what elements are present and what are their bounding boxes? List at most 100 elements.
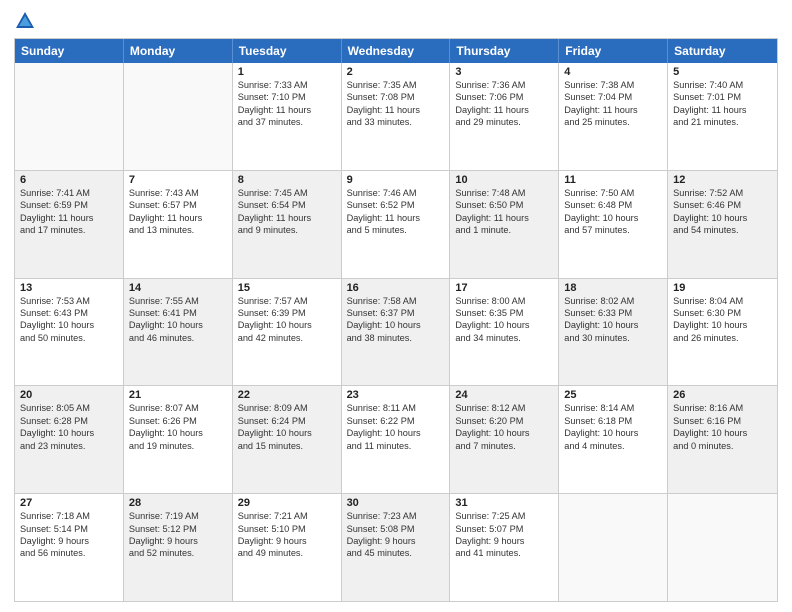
cell-line-1: Sunset: 7:06 PM: [455, 91, 553, 103]
cell-line-2: Daylight: 10 hours: [564, 212, 662, 224]
cell-line-1: Sunset: 6:54 PM: [238, 199, 336, 211]
day-number: 29: [238, 497, 336, 509]
cell-line-2: Daylight: 10 hours: [564, 319, 662, 331]
cell-line-0: Sunrise: 7:23 AM: [347, 510, 445, 522]
cell-line-0: Sunrise: 7:35 AM: [347, 79, 445, 91]
cal-cell-r4-c2: 29Sunrise: 7:21 AMSunset: 5:10 PMDayligh…: [233, 494, 342, 601]
cal-header-wednesday: Wednesday: [342, 39, 451, 63]
cal-cell-r1-c1: 7Sunrise: 7:43 AMSunset: 6:57 PMDaylight…: [124, 171, 233, 278]
cell-line-2: Daylight: 9 hours: [20, 535, 118, 547]
cal-cell-r3-c3: 23Sunrise: 8:11 AMSunset: 6:22 PMDayligh…: [342, 386, 451, 493]
cell-line-1: Sunset: 7:08 PM: [347, 91, 445, 103]
day-number: 8: [238, 174, 336, 186]
calendar-header: SundayMondayTuesdayWednesdayThursdayFrid…: [15, 39, 777, 63]
cell-line-3: and 9 minutes.: [238, 224, 336, 236]
cell-line-2: Daylight: 10 hours: [455, 427, 553, 439]
cell-line-0: Sunrise: 8:09 AM: [238, 402, 336, 414]
cal-cell-r3-c5: 25Sunrise: 8:14 AMSunset: 6:18 PMDayligh…: [559, 386, 668, 493]
cell-line-3: and 19 minutes.: [129, 440, 227, 452]
cal-cell-r1-c3: 9Sunrise: 7:46 AMSunset: 6:52 PMDaylight…: [342, 171, 451, 278]
day-number: 24: [455, 389, 553, 401]
cell-line-0: Sunrise: 7:36 AM: [455, 79, 553, 91]
cell-line-3: and 42 minutes.: [238, 332, 336, 344]
cell-line-1: Sunset: 6:43 PM: [20, 307, 118, 319]
cell-line-1: Sunset: 5:07 PM: [455, 523, 553, 535]
day-number: 12: [673, 174, 772, 186]
cell-line-0: Sunrise: 8:04 AM: [673, 295, 772, 307]
logo: [14, 10, 40, 32]
cell-line-1: Sunset: 6:24 PM: [238, 415, 336, 427]
day-number: 13: [20, 282, 118, 294]
cell-line-1: Sunset: 6:28 PM: [20, 415, 118, 427]
cell-line-0: Sunrise: 7:46 AM: [347, 187, 445, 199]
cal-cell-r3-c2: 22Sunrise: 8:09 AMSunset: 6:24 PMDayligh…: [233, 386, 342, 493]
cell-line-1: Sunset: 7:04 PM: [564, 91, 662, 103]
cell-line-3: and 57 minutes.: [564, 224, 662, 236]
cell-line-1: Sunset: 7:10 PM: [238, 91, 336, 103]
cell-line-1: Sunset: 6:16 PM: [673, 415, 772, 427]
cell-line-1: Sunset: 7:01 PM: [673, 91, 772, 103]
cal-cell-r4-c0: 27Sunrise: 7:18 AMSunset: 5:14 PMDayligh…: [15, 494, 124, 601]
cell-line-0: Sunrise: 7:41 AM: [20, 187, 118, 199]
cell-line-2: Daylight: 11 hours: [673, 104, 772, 116]
day-number: 20: [20, 389, 118, 401]
calendar: SundayMondayTuesdayWednesdayThursdayFrid…: [14, 38, 778, 602]
header: [14, 10, 778, 32]
cell-line-1: Sunset: 5:14 PM: [20, 523, 118, 535]
cell-line-3: and 1 minute.: [455, 224, 553, 236]
day-number: 6: [20, 174, 118, 186]
cal-cell-r2-c2: 15Sunrise: 7:57 AMSunset: 6:39 PMDayligh…: [233, 279, 342, 386]
cell-line-1: Sunset: 6:37 PM: [347, 307, 445, 319]
cell-line-2: Daylight: 10 hours: [347, 319, 445, 331]
cell-line-3: and 4 minutes.: [564, 440, 662, 452]
cell-line-2: Daylight: 11 hours: [238, 104, 336, 116]
cell-line-1: Sunset: 6:48 PM: [564, 199, 662, 211]
cell-line-2: Daylight: 10 hours: [673, 212, 772, 224]
cell-line-2: Daylight: 10 hours: [238, 427, 336, 439]
cell-line-3: and 11 minutes.: [347, 440, 445, 452]
cell-line-3: and 21 minutes.: [673, 116, 772, 128]
cell-line-0: Sunrise: 7:21 AM: [238, 510, 336, 522]
cal-cell-r1-c0: 6Sunrise: 7:41 AMSunset: 6:59 PMDaylight…: [15, 171, 124, 278]
day-number: 4: [564, 66, 662, 78]
cell-line-0: Sunrise: 7:40 AM: [673, 79, 772, 91]
cal-cell-r1-c6: 12Sunrise: 7:52 AMSunset: 6:46 PMDayligh…: [668, 171, 777, 278]
cal-header-friday: Friday: [559, 39, 668, 63]
cal-row-4: 27Sunrise: 7:18 AMSunset: 5:14 PMDayligh…: [15, 493, 777, 601]
cell-line-3: and 38 minutes.: [347, 332, 445, 344]
cell-line-0: Sunrise: 7:58 AM: [347, 295, 445, 307]
cell-line-1: Sunset: 5:08 PM: [347, 523, 445, 535]
calendar-body: 1Sunrise: 7:33 AMSunset: 7:10 PMDaylight…: [15, 63, 777, 601]
cal-cell-r2-c1: 14Sunrise: 7:55 AMSunset: 6:41 PMDayligh…: [124, 279, 233, 386]
cal-cell-r0-c0: [15, 63, 124, 170]
cell-line-2: Daylight: 10 hours: [129, 319, 227, 331]
cell-line-0: Sunrise: 8:16 AM: [673, 402, 772, 414]
cell-line-3: and 45 minutes.: [347, 547, 445, 559]
cell-line-2: Daylight: 11 hours: [20, 212, 118, 224]
cell-line-2: Daylight: 10 hours: [20, 427, 118, 439]
cell-line-0: Sunrise: 7:38 AM: [564, 79, 662, 91]
cell-line-1: Sunset: 6:46 PM: [673, 199, 772, 211]
cell-line-2: Daylight: 10 hours: [347, 427, 445, 439]
cell-line-2: Daylight: 10 hours: [673, 319, 772, 331]
page: SundayMondayTuesdayWednesdayThursdayFrid…: [0, 0, 792, 612]
cell-line-3: and 15 minutes.: [238, 440, 336, 452]
day-number: 31: [455, 497, 553, 509]
cell-line-0: Sunrise: 8:12 AM: [455, 402, 553, 414]
cal-cell-r2-c3: 16Sunrise: 7:58 AMSunset: 6:37 PMDayligh…: [342, 279, 451, 386]
cell-line-3: and 25 minutes.: [564, 116, 662, 128]
cell-line-0: Sunrise: 8:00 AM: [455, 295, 553, 307]
day-number: 27: [20, 497, 118, 509]
cell-line-3: and 13 minutes.: [129, 224, 227, 236]
cal-cell-r2-c4: 17Sunrise: 8:00 AMSunset: 6:35 PMDayligh…: [450, 279, 559, 386]
cal-row-3: 20Sunrise: 8:05 AMSunset: 6:28 PMDayligh…: [15, 385, 777, 493]
cal-cell-r0-c4: 3Sunrise: 7:36 AMSunset: 7:06 PMDaylight…: [450, 63, 559, 170]
cell-line-0: Sunrise: 8:07 AM: [129, 402, 227, 414]
day-number: 11: [564, 174, 662, 186]
cell-line-2: Daylight: 10 hours: [20, 319, 118, 331]
cell-line-1: Sunset: 6:59 PM: [20, 199, 118, 211]
cal-cell-r3-c0: 20Sunrise: 8:05 AMSunset: 6:28 PMDayligh…: [15, 386, 124, 493]
cell-line-1: Sunset: 6:39 PM: [238, 307, 336, 319]
cell-line-3: and 46 minutes.: [129, 332, 227, 344]
cell-line-1: Sunset: 6:30 PM: [673, 307, 772, 319]
